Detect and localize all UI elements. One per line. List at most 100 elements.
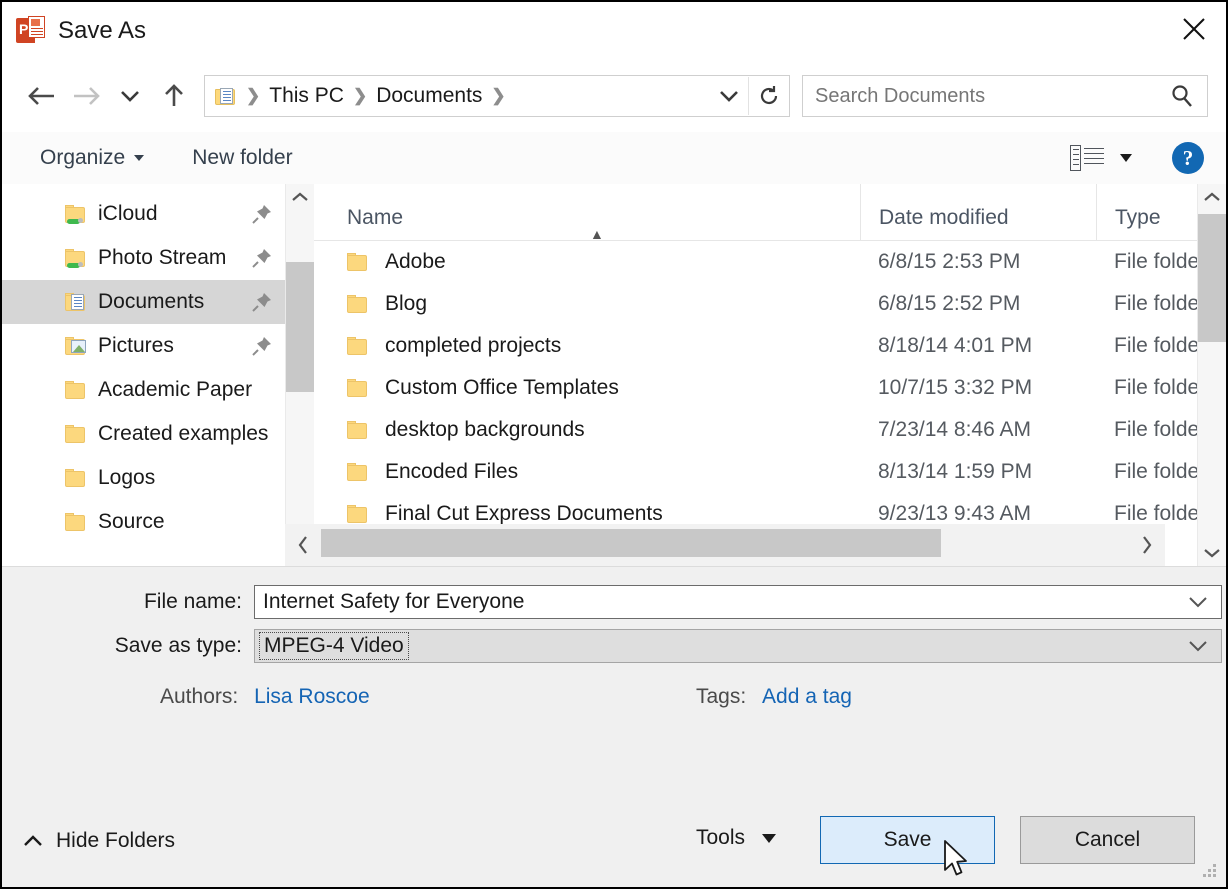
pin-icon[interactable] bbox=[251, 247, 273, 269]
chevron-up-icon bbox=[22, 834, 44, 848]
chevron-down-icon bbox=[762, 834, 776, 843]
tools-button[interactable]: Tools bbox=[696, 826, 776, 850]
help-button[interactable]: ? bbox=[1172, 142, 1204, 174]
new-folder-button[interactable]: New folder bbox=[192, 146, 292, 170]
sidebar-item-label: Academic Paper bbox=[98, 378, 252, 402]
pin-icon[interactable] bbox=[251, 291, 273, 313]
title-bar: Save As bbox=[2, 2, 1226, 60]
search-icon[interactable] bbox=[1169, 83, 1195, 109]
chevron-down-icon bbox=[718, 89, 740, 103]
scroll-up-button[interactable] bbox=[286, 184, 314, 210]
pin-icon[interactable] bbox=[251, 203, 273, 225]
authors-field: Authors: Lisa Roscoe bbox=[160, 685, 370, 709]
save-as-type-dropdown-button[interactable] bbox=[1187, 639, 1209, 653]
close-button[interactable] bbox=[1162, 2, 1226, 56]
view-options-chevron-down-icon[interactable] bbox=[1120, 154, 1132, 162]
sidebar-item-label: Created examples bbox=[98, 422, 268, 446]
file-name-dropdown-button[interactable] bbox=[1187, 595, 1209, 609]
breadcrumb-this-pc[interactable]: This PC bbox=[269, 84, 344, 108]
breadcrumb-separator: ❯ bbox=[482, 86, 514, 106]
tree-vertical-scrollbar[interactable] bbox=[285, 184, 314, 566]
scroll-left-button[interactable] bbox=[285, 524, 321, 566]
scroll-right-button[interactable] bbox=[1129, 524, 1165, 566]
organize-button[interactable]: Organize bbox=[40, 146, 144, 170]
tags-value[interactable]: Add a tag bbox=[762, 685, 852, 708]
table-row[interactable]: Custom Office Templates 10/7/15 3:32 PM … bbox=[314, 367, 1197, 409]
chevron-down-icon bbox=[1187, 639, 1209, 653]
sidebar-item-academic-paper[interactable]: Academic Paper bbox=[2, 368, 285, 412]
arrow-right-icon bbox=[71, 84, 101, 108]
sidebar-item-label: Photo Stream bbox=[98, 246, 226, 270]
file-list-pane: ▲ Name Date modified Type Adobe 6/8/15 2… bbox=[314, 184, 1197, 566]
chevron-down-icon bbox=[134, 155, 144, 161]
file-list-vertical-scrollbar[interactable] bbox=[1197, 184, 1226, 566]
file-name-label: Encoded Files bbox=[385, 460, 518, 484]
save-as-type-row: Save as type: MPEG-4 Video bbox=[2, 629, 1226, 663]
address-bar-input[interactable]: ❯ This PC ❯ Documents ❯ bbox=[204, 75, 790, 117]
scrollbar-thumb[interactable] bbox=[321, 529, 941, 557]
chevron-right-icon bbox=[1140, 535, 1154, 555]
table-row[interactable]: desktop backgrounds 7/23/14 8:46 AM File… bbox=[314, 409, 1197, 451]
breadcrumb-separator: ❯ bbox=[344, 86, 376, 106]
sidebar-item-icloud[interactable]: iCloud bbox=[2, 192, 285, 236]
column-header-date-modified[interactable]: Date modified bbox=[860, 184, 1096, 240]
table-row[interactable]: Adobe 6/8/15 2:53 PM File folder bbox=[314, 241, 1197, 283]
file-name-cell: Custom Office Templates bbox=[314, 376, 860, 400]
file-date-cell: 6/8/15 2:53 PM bbox=[860, 250, 1096, 274]
folder-icon bbox=[347, 505, 369, 524]
table-row[interactable]: Blog 6/8/15 2:52 PM File folder bbox=[314, 283, 1197, 325]
file-date-cell: 8/18/14 4:01 PM bbox=[860, 334, 1096, 358]
sidebar-item-logos[interactable]: Logos bbox=[2, 456, 285, 500]
file-name-cell: Final Cut Express Documents bbox=[314, 502, 860, 526]
authors-value[interactable]: Lisa Roscoe bbox=[254, 685, 370, 708]
save-button[interactable]: Save bbox=[820, 816, 995, 864]
forward-button[interactable] bbox=[64, 74, 108, 118]
sidebar-item-label: Source bbox=[98, 510, 165, 534]
hide-folders-button[interactable]: Hide Folders bbox=[22, 829, 175, 853]
breadcrumb-documents[interactable]: Documents bbox=[376, 84, 482, 108]
file-name-label: desktop backgrounds bbox=[385, 418, 585, 442]
scrollbar-thumb[interactable] bbox=[286, 262, 314, 392]
file-rows: Adobe 6/8/15 2:53 PM File folder Blog 6/… bbox=[314, 241, 1197, 535]
scroll-down-button[interactable] bbox=[1198, 540, 1226, 566]
file-type-cell: File folder bbox=[1096, 250, 1197, 274]
sidebar-item-created-examples[interactable]: Created examples bbox=[2, 412, 285, 456]
back-button[interactable] bbox=[20, 74, 64, 118]
pushpin-icon bbox=[251, 335, 273, 357]
navigation-bar: ❯ This PC ❯ Documents ❯ Search Documents bbox=[2, 60, 1226, 132]
sidebar-item-pictures[interactable]: Pictures bbox=[2, 324, 285, 368]
save-as-type-select[interactable]: MPEG-4 Video bbox=[254, 629, 1222, 663]
arrow-up-icon bbox=[163, 83, 185, 109]
refresh-button[interactable] bbox=[748, 77, 789, 115]
magnifier-icon bbox=[1169, 83, 1195, 109]
recent-locations-button[interactable] bbox=[108, 74, 152, 118]
cloud-folder-icon bbox=[65, 249, 87, 268]
pushpin-icon bbox=[251, 203, 273, 225]
column-header-type[interactable]: Type bbox=[1096, 184, 1197, 240]
cancel-button[interactable]: Cancel bbox=[1020, 816, 1195, 864]
breadcrumb-separator: ❯ bbox=[237, 86, 269, 106]
folder-icon bbox=[347, 421, 369, 440]
tags-label: Tags: bbox=[696, 685, 746, 708]
file-name-input[interactable]: Internet Safety for Everyone bbox=[254, 585, 1222, 619]
search-input[interactable]: Search Documents bbox=[802, 75, 1208, 117]
table-row[interactable]: Encoded Files 8/13/14 1:59 PM File folde… bbox=[314, 451, 1197, 493]
sidebar-item-photo-stream[interactable]: Photo Stream bbox=[2, 236, 285, 280]
scroll-up-button[interactable] bbox=[1198, 184, 1226, 210]
table-row[interactable]: completed projects 8/18/14 4:01 PM File … bbox=[314, 325, 1197, 367]
scrollbar-track[interactable] bbox=[321, 524, 1129, 566]
pin-icon[interactable] bbox=[251, 335, 273, 357]
command-toolbar: Organize New folder ? bbox=[2, 132, 1226, 185]
sidebar-item-documents[interactable]: Documents bbox=[2, 280, 285, 324]
documents-folder-icon bbox=[215, 87, 237, 106]
list-view-icon[interactable] bbox=[1070, 144, 1104, 172]
file-name-cell: Encoded Files bbox=[314, 460, 860, 484]
up-button[interactable] bbox=[152, 74, 196, 118]
file-list-horizontal-scrollbar[interactable] bbox=[285, 524, 1165, 566]
scrollbar-thumb[interactable] bbox=[1198, 214, 1226, 342]
save-as-type-value: MPEG-4 Video bbox=[259, 632, 409, 660]
resize-grip[interactable] bbox=[1202, 864, 1218, 880]
sidebar-item-source[interactable]: Source bbox=[2, 500, 285, 544]
column-header-name[interactable]: Name bbox=[314, 184, 860, 240]
address-dropdown-button[interactable] bbox=[710, 77, 748, 115]
